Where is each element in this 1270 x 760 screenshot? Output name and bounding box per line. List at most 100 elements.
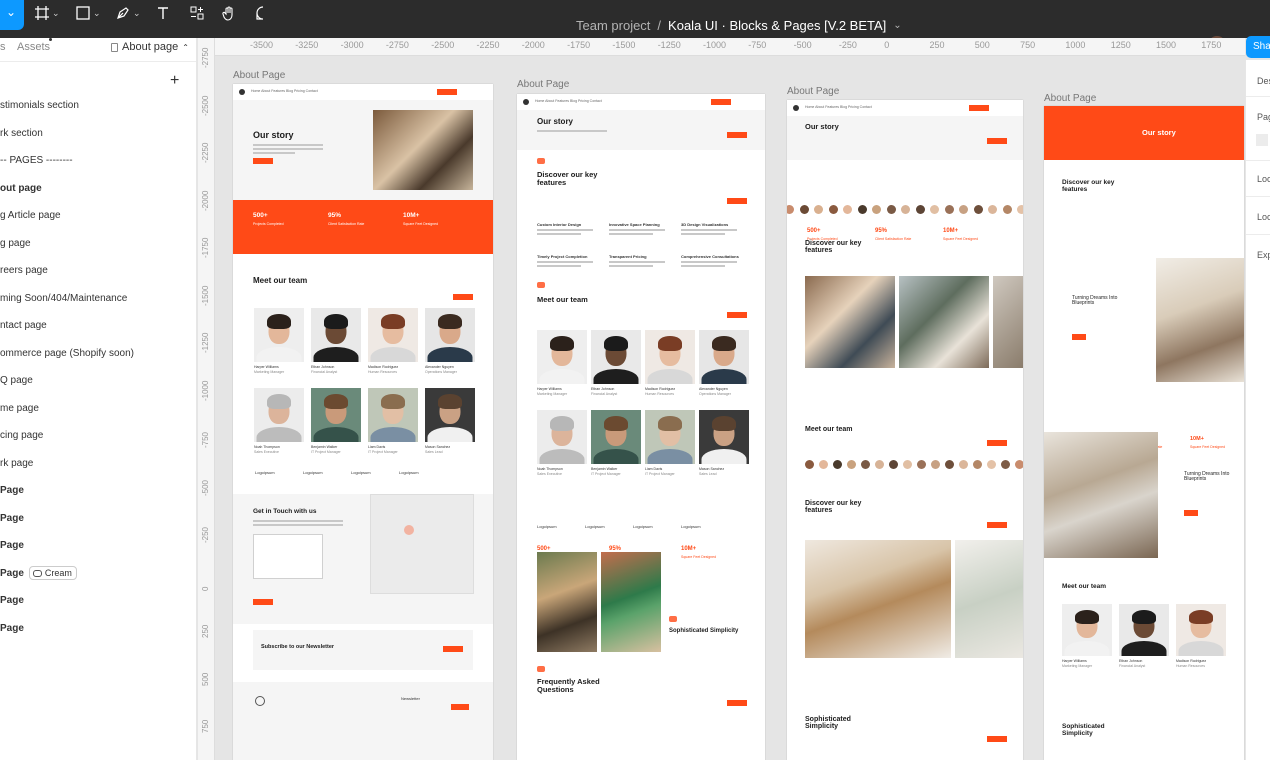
pages-separator: -- PAGES -------- [0, 147, 197, 175]
local-styles-label[interactable]: Loc [1257, 212, 1270, 222]
design-tab[interactable]: Des [1257, 76, 1270, 86]
about-page-frame-4[interactable]: Our story Discover our key features Turn… [1044, 106, 1244, 760]
sidebar-page-item[interactable]: Page Cream [0, 560, 197, 588]
hero-title: Our story [537, 117, 574, 126]
chevron-down-icon[interactable]: ⌄ [893, 20, 901, 31]
about-page-frame-3[interactable]: Home About Features Blog Pricing Contact… [787, 100, 1023, 760]
frame-tool-button[interactable]: ⌄ [34, 2, 60, 24]
sidebar-page-item[interactable]: out page [0, 175, 197, 203]
ruler-tick-label: -1750 [201, 237, 210, 258]
frame-label[interactable]: About Page [787, 86, 839, 97]
tab-layers[interactable]: s [0, 41, 6, 53]
frame-label[interactable]: About Page [517, 79, 569, 90]
resources-tool-button[interactable] [189, 2, 205, 24]
frame-label[interactable]: About Page [233, 70, 285, 81]
plant-photo [955, 540, 1023, 658]
hero-text [253, 144, 323, 156]
design-canvas[interactable]: -3500 -3250 -3000 -2750 -2500 -2250 -2000 -1750… [198, 38, 1245, 760]
team-member-role: Marketing Manager [537, 392, 568, 396]
team-member-name: Noah Thompson [254, 445, 280, 449]
sidebar-page-item[interactable]: reers page [0, 257, 197, 285]
ruler-tick-label: -500 [201, 479, 210, 496]
sidebar-page-label: g page [0, 237, 31, 249]
breadcrumb-project[interactable]: Team project [576, 18, 650, 33]
hero-cta [253, 158, 273, 164]
hair [712, 336, 736, 351]
sidebar-page-item[interactable]: Page [0, 477, 197, 505]
about-page-frame-2[interactable]: Home About Features Blog Pricing Contact… [517, 94, 765, 760]
sidebar-page-item[interactable]: stimonials section [0, 92, 197, 120]
chevron-down-icon: ⌄ [52, 7, 60, 18]
sidebar-page-item[interactable]: Q page [0, 367, 197, 395]
ruler-tick-label: 1250 [1110, 40, 1131, 50]
page-color-swatch[interactable] [1256, 134, 1268, 146]
team-member-photo [645, 330, 695, 384]
share-button[interactable]: Shar [1246, 36, 1270, 58]
team-member-role: IT Project Manager [368, 450, 398, 454]
export-label[interactable]: Exp [1257, 250, 1270, 260]
chevron-up-icon: ⌃ [182, 42, 189, 52]
shoulders [1178, 641, 1224, 656]
sidebar-page-item[interactable]: ntact page [0, 312, 197, 340]
ruler-tick-label: -750 [748, 40, 767, 50]
sidebar-page-item[interactable]: g Article page [0, 202, 197, 230]
sidebar-page-label: cing page [0, 430, 44, 442]
hand-tool-button[interactable] [221, 2, 237, 24]
team-member-name: Harper Williams [537, 387, 562, 391]
team-member-role: Operations Manager [699, 392, 731, 396]
sidebar-page-item[interactable]: cing page [0, 422, 197, 450]
sidebar-page-item[interactable]: ming Soon/404/Maintenance [0, 285, 197, 313]
sidebar-page-item[interactable]: me page [0, 395, 197, 423]
add-page-button[interactable]: + [170, 72, 179, 90]
divider [1246, 96, 1270, 97]
team-member-name: Mason Sanchez [699, 467, 725, 471]
sidebar-page-item[interactable]: ommerce page (Shopify soon) [0, 340, 197, 368]
dreams-cta [1072, 334, 1086, 340]
avatar [814, 205, 823, 214]
hero-section: Our story [233, 100, 493, 200]
text-tool-button[interactable] [155, 2, 171, 24]
shape-tool-button[interactable]: ⌄ [75, 2, 101, 24]
hair [658, 416, 682, 431]
pen-tool-button[interactable]: ⌄ [115, 2, 141, 24]
ruler-horizontal: -3500 -3250 -3000 -2750 -2500 -2250 -2000 -1750… [198, 38, 1245, 56]
team-member-role: Financial Analyst [311, 370, 338, 374]
shoulders [647, 448, 693, 464]
team-member-photo [699, 330, 749, 384]
avatar [843, 205, 852, 214]
nav-links: Home About Features Blog Pricing Contact [805, 105, 872, 109]
local-variables-label[interactable]: Loc [1257, 174, 1270, 184]
avatar [1001, 460, 1010, 469]
comment-tool-button[interactable] [255, 2, 271, 24]
feature-title: Transparent Pricing [609, 254, 647, 259]
tab-assets[interactable]: Assets [17, 41, 50, 53]
branch-badge[interactable]: Cream [28, 566, 77, 581]
ruler-tick-label: -500 [793, 40, 812, 50]
sidebar-page-item[interactable]: Page [0, 505, 197, 533]
page-section-label: Pag [1257, 112, 1270, 122]
stat-label: Client Satisfaction Rate [328, 221, 365, 226]
sidebar-page-item[interactable]: rk page [0, 450, 197, 478]
frame-label[interactable]: About Page [1044, 93, 1096, 104]
sidebar-page-item[interactable]: Page [0, 615, 197, 643]
sidebar-page-item[interactable]: rk section [0, 120, 197, 148]
move-tool-button[interactable]: ⌄ [0, 0, 24, 30]
sidebar-page-item[interactable]: Page [0, 532, 197, 560]
shoulders [256, 426, 302, 442]
divider [1246, 234, 1270, 235]
resources-icon [190, 6, 204, 20]
about-page-frame-1[interactable]: Home About Features Blog Pricing Contact… [233, 84, 493, 760]
divider [1246, 160, 1270, 161]
page-selector[interactable]: About page ⌃ [111, 41, 189, 53]
branch-badge-label: Cream [44, 568, 72, 579]
team-member-photo [425, 388, 475, 442]
team-member-photo [254, 308, 304, 362]
team-member-name: Mason Sanchez [425, 445, 451, 449]
avatar [944, 205, 954, 214]
team-member-photo [368, 308, 418, 362]
sidebar-page-item[interactable]: g page [0, 230, 197, 258]
sidebar-page-item[interactable]: Page [0, 587, 197, 615]
file-name[interactable]: Koala UI · Blocks & Pages [V.2 BETA] [668, 18, 886, 33]
partner-logo: Logoipsum [633, 524, 653, 529]
nav-links: Home About Features Blog Pricing Contact [251, 89, 318, 93]
